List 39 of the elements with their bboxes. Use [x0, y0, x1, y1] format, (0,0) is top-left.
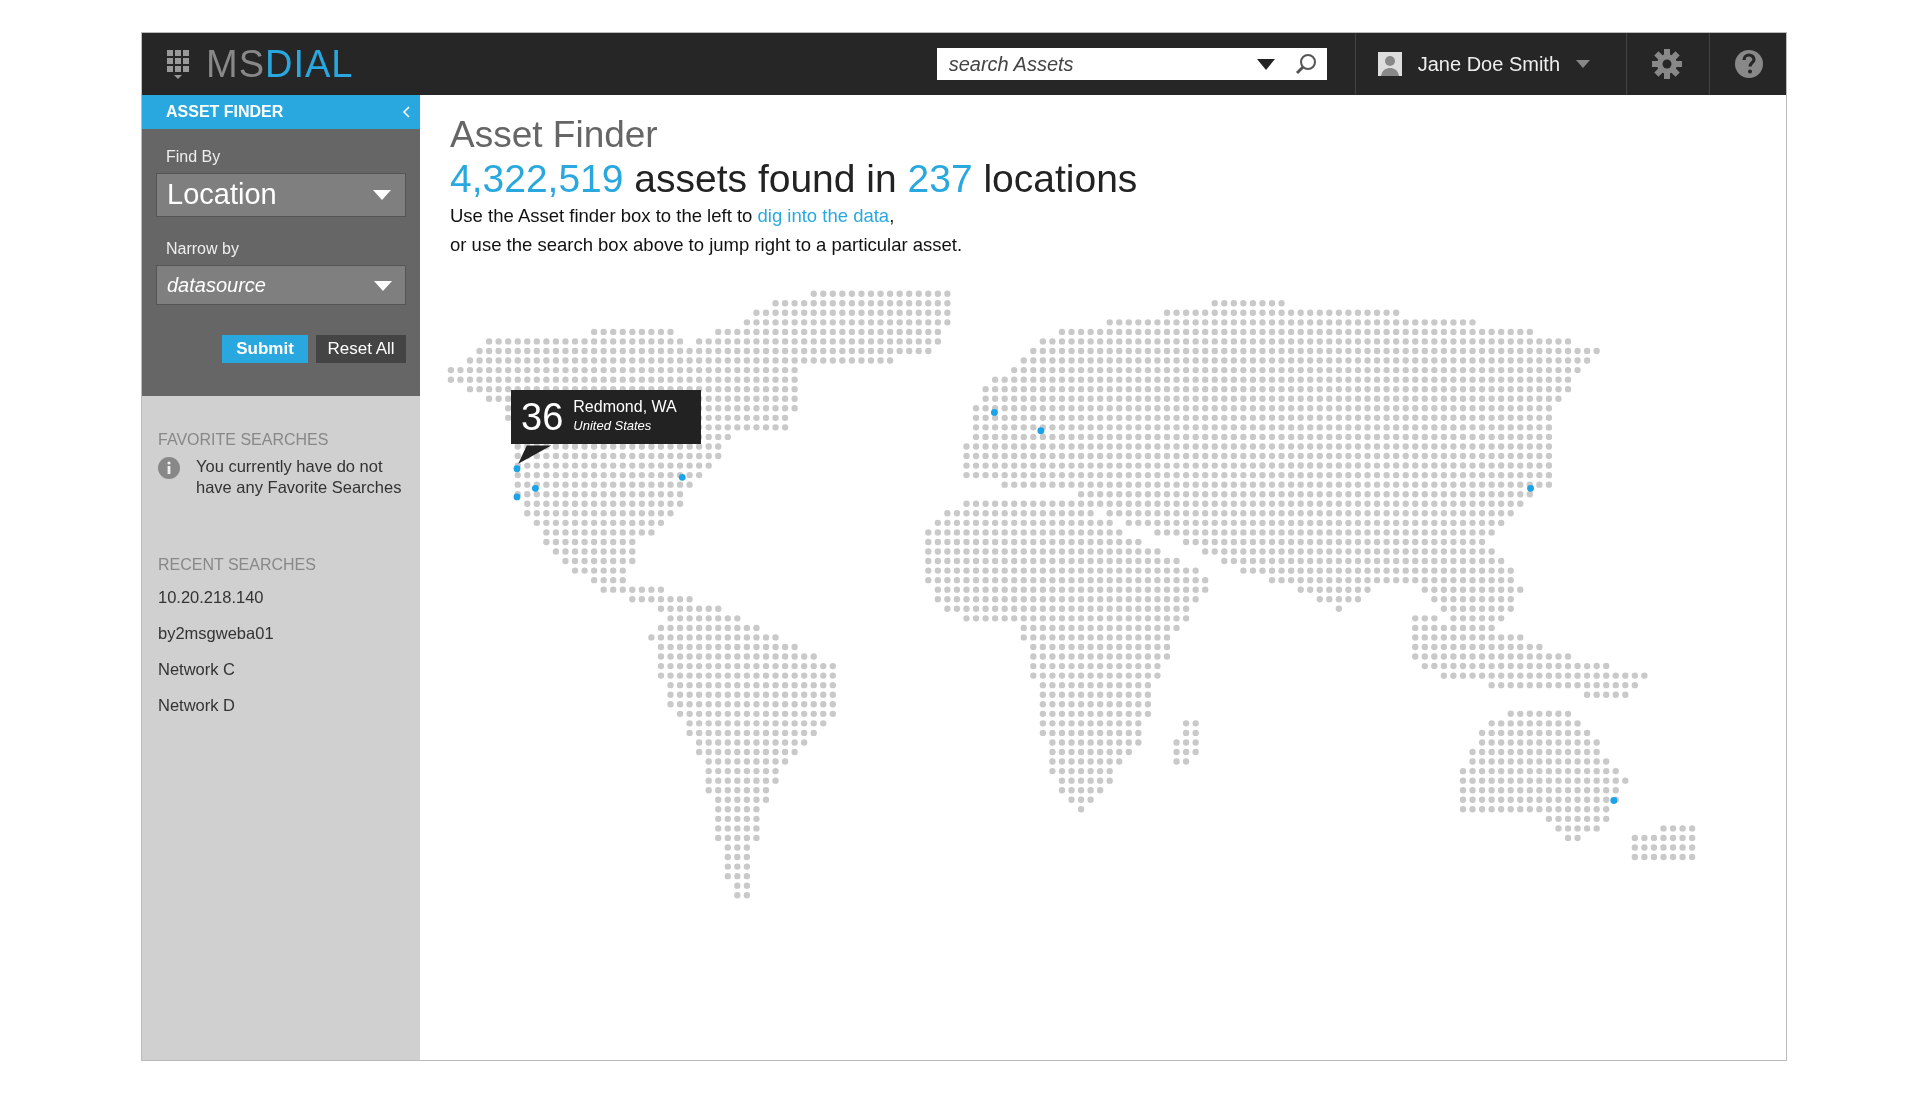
- field-label: Narrow by: [165, 239, 240, 259]
- search-icon[interactable]: [1294, 53, 1317, 75]
- result-summary: 4,322,519 assets found in 237 locations: [450, 155, 1139, 202]
- tooltip-count: 36: [521, 398, 564, 436]
- app-logo: MSDIAL: [206, 41, 354, 87]
- settings-icon[interactable]: [1651, 48, 1683, 80]
- recent-search-link[interactable]: Network D: [158, 692, 404, 718]
- tooltip-country: United States: [573, 416, 653, 435]
- help-icon[interactable]: [1734, 49, 1764, 79]
- user-name[interactable]: Jane Doe Smith: [1417, 49, 1560, 79]
- location-marker[interactable]: [678, 473, 686, 481]
- location-marker[interactable]: [1610, 797, 1618, 804]
- find-by-dropdown[interactable]: Location: [156, 173, 406, 217]
- tooltip-place: Redmond, WA: [573, 398, 677, 416]
- recent-search-link[interactable]: by2msgweba01: [158, 621, 404, 646]
- panel-title: ASSET FINDER: [166, 102, 284, 122]
- info-icon: [158, 457, 180, 479]
- location-marker[interactable]: [1527, 484, 1534, 492]
- grid-menu-icon[interactable]: [166, 49, 190, 79]
- recent-search-link[interactable]: 10.20.218.140: [158, 585, 404, 610]
- intro-text: Use the Asset finder box to the left to dig into the data, or use the search box above to jump right to a particular asset.: [450, 204, 964, 258]
- narrow-by-dropdown[interactable]: datasource: [156, 265, 406, 305]
- field-label: Find By: [165, 147, 222, 167]
- search-field[interactable]: search Assets: [936, 48, 1327, 80]
- section-heading: RECENT SEARCHES: [158, 555, 317, 576]
- location-marker[interactable]: [1037, 427, 1045, 435]
- collapse-chevron-icon[interactable]: [402, 106, 410, 118]
- empty-message: You currently have do not have any Favorite Searches: [196, 456, 403, 498]
- user-menu-caret-icon[interactable]: [1576, 60, 1590, 68]
- location-marker[interactable]: [531, 484, 539, 492]
- recent-search-link[interactable]: Network C: [158, 656, 404, 682]
- page-title: Asset Finder: [450, 115, 659, 156]
- section-heading: FAVORITE SEARCHES: [158, 430, 330, 450]
- dropdown-caret-icon[interactable]: [1256, 59, 1275, 70]
- reset-button[interactable]: Reset All: [316, 335, 406, 363]
- location-marker[interactable]: [513, 493, 521, 501]
- location-marker[interactable]: [513, 465, 521, 473]
- location-marker[interactable]: [990, 409, 998, 416]
- user-avatar-icon: [1377, 52, 1402, 76]
